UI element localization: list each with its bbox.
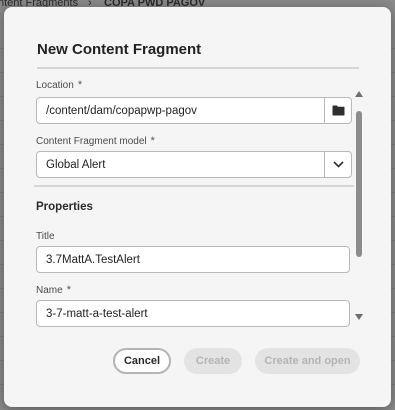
browse-location-button[interactable] xyxy=(324,98,351,123)
scroll-up-arrow-icon[interactable] xyxy=(355,91,363,97)
model-dropdown-button[interactable] xyxy=(324,152,351,177)
form-scrollbar[interactable] xyxy=(354,87,364,323)
create-button[interactable]: Create xyxy=(184,348,242,374)
required-asterisk: * xyxy=(66,284,71,296)
new-content-fragment-dialog: New Content Fragment Location * /content/… xyxy=(4,7,391,407)
required-asterisk: * xyxy=(77,79,83,91)
title-divider xyxy=(37,67,359,69)
model-label-text: Content Fragment model xyxy=(36,136,147,147)
scroll-down-arrow-icon[interactable] xyxy=(355,314,363,320)
location-label: Location * xyxy=(36,79,82,91)
section-divider xyxy=(34,185,354,187)
model-select[interactable]: Global Alert xyxy=(36,151,352,178)
title-label-text: Title xyxy=(36,231,55,242)
title-label: Title xyxy=(36,231,55,242)
model-label: Content Fragment model * xyxy=(36,135,155,147)
location-field[interactable]: /content/dam/copapwp-pagov xyxy=(36,97,352,124)
chevron-down-icon xyxy=(332,161,344,168)
location-input[interactable]: /content/dam/copapwp-pagov xyxy=(46,104,197,118)
create-and-open-button[interactable]: Create and open xyxy=(255,348,360,374)
name-label: Name * xyxy=(36,284,71,296)
cancel-button[interactable]: Cancel xyxy=(113,348,171,374)
folder-icon xyxy=(332,105,344,116)
properties-heading: Properties xyxy=(36,201,93,213)
scrollbar-thumb[interactable] xyxy=(356,111,362,257)
required-asterisk: * xyxy=(150,135,155,147)
model-selected-value: Global Alert xyxy=(46,159,106,171)
dialog-form-scroll-area: Location * /content/dam/copapwp-pagov Con… xyxy=(34,71,354,329)
dialog-title: New Content Fragment xyxy=(37,41,202,58)
name-input[interactable]: 3-7-matt-a-test-alert xyxy=(36,300,350,327)
title-input[interactable]: 3.7MattA.TestAlert xyxy=(36,246,350,273)
location-label-text: Location xyxy=(36,80,74,91)
name-label-text: Name xyxy=(36,285,63,296)
